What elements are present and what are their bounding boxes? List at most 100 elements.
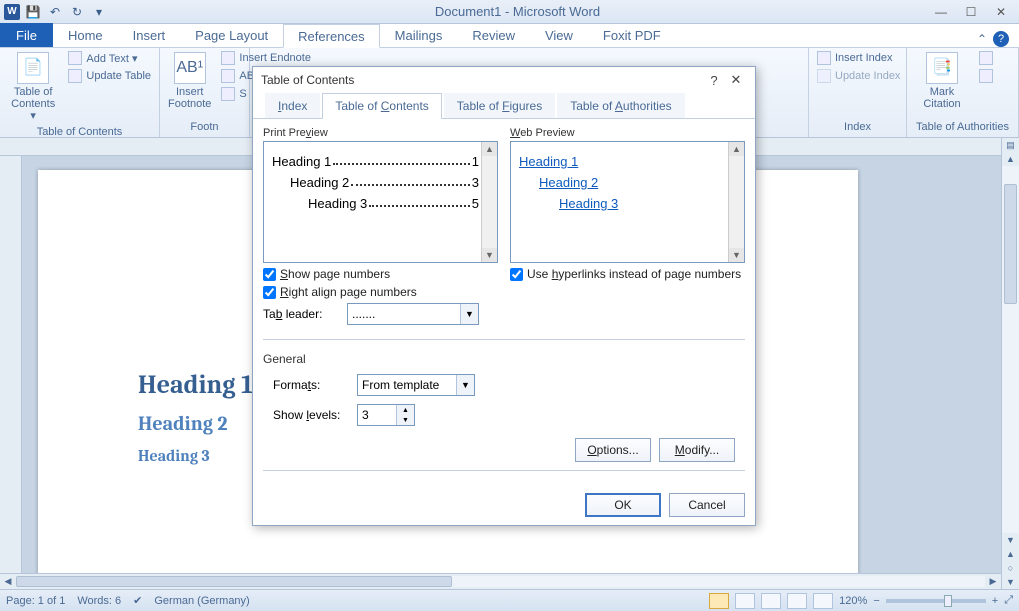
help-icon[interactable]: ?	[993, 31, 1009, 47]
status-words[interactable]: Words: 6	[77, 595, 121, 607]
toc-icon: 📄	[17, 52, 49, 84]
print-preview-box: Heading 11 Heading 23 Heading 35 ▲▼	[263, 141, 498, 263]
update-table-icon	[68, 69, 82, 83]
mark-citation-label: Mark Citation	[915, 86, 969, 110]
modify-button[interactable]: Modify...	[659, 438, 735, 462]
mark-citation-button[interactable]: 📑 Mark Citation	[913, 50, 971, 112]
prev-page-icon[interactable]: ▲	[1002, 547, 1019, 561]
endnote-icon	[221, 51, 235, 65]
next-page-icon[interactable]: ▼	[1002, 575, 1019, 589]
tab-mailings[interactable]: Mailings	[380, 23, 458, 47]
right-align-checkbox[interactable]	[263, 286, 276, 299]
zoom-slider-thumb[interactable]	[944, 595, 952, 607]
dialog-help-button[interactable]: ?	[703, 71, 725, 89]
web-preview-label: Web Preview	[510, 127, 745, 139]
tab-review[interactable]: Review	[457, 23, 530, 47]
scroll-down-icon[interactable]: ▼	[1002, 533, 1019, 547]
insert-toa-icon-button[interactable]	[977, 50, 995, 66]
update-toa-icon	[979, 69, 993, 83]
toc-dialog: Table of Contents ? ✕ Index Table of Con…	[252, 66, 756, 526]
view-outline-button[interactable]	[787, 593, 807, 609]
status-language[interactable]: German (Germany)	[154, 595, 249, 607]
show-levels-label: Show levels:	[273, 408, 349, 422]
view-web-layout-button[interactable]	[761, 593, 781, 609]
dialog-title-bar[interactable]: Table of Contents ? ✕	[253, 67, 755, 93]
insert-footnote-button[interactable]: AB¹ Insert Footnote	[166, 50, 213, 112]
qat-more-icon[interactable]: ▾	[90, 3, 108, 21]
tab-home[interactable]: Home	[53, 23, 118, 47]
cancel-button[interactable]: Cancel	[669, 493, 745, 517]
hscroll-right-icon[interactable]: ▶	[985, 574, 1001, 589]
dialog-close-button[interactable]: ✕	[725, 71, 747, 89]
show-page-numbers-checkbox[interactable]	[263, 268, 276, 281]
view-draft-button[interactable]	[813, 593, 833, 609]
zoom-fit-icon[interactable]: ⤢	[1004, 594, 1013, 607]
ok-button[interactable]: OK	[585, 493, 661, 517]
tab-file[interactable]: File	[0, 23, 53, 47]
window-controls: — ☐ ✕	[927, 3, 1019, 21]
close-button[interactable]: ✕	[987, 3, 1015, 21]
status-zoom-label[interactable]: 120%	[839, 595, 867, 607]
dialog-tab-toc[interactable]: Table of Contents	[322, 93, 441, 119]
toc-button-label: Table of Contents ▾	[8, 86, 58, 122]
word-app-icon: W	[4, 4, 20, 20]
ruler-toggle-icon[interactable]: ▤	[1002, 138, 1019, 152]
update-index-button[interactable]: Update Index	[815, 68, 902, 84]
tab-foxit-pdf[interactable]: Foxit PDF	[588, 23, 676, 47]
window-title: Document1 - Microsoft Word	[108, 4, 927, 19]
general-section-label: General	[263, 352, 745, 366]
hscroll-left-icon[interactable]: ◀	[0, 574, 16, 589]
show-levels-spinner[interactable]: ▲▼	[357, 404, 415, 426]
minimize-button[interactable]: —	[927, 3, 955, 21]
add-text-icon	[68, 51, 82, 65]
dialog-tabs: Index Table of Contents Table of Figures…	[253, 93, 755, 119]
options-button[interactable]: Options...	[575, 438, 651, 462]
spinner-down-icon[interactable]: ▼	[397, 415, 414, 425]
formats-combo[interactable]: From template ▼	[357, 374, 475, 396]
mark-citation-icon: 📑	[926, 52, 958, 84]
tab-references[interactable]: References	[283, 24, 379, 48]
view-print-layout-button[interactable]	[709, 593, 729, 609]
vertical-scroll-thumb[interactable]	[1004, 184, 1017, 304]
tab-page-layout[interactable]: Page Layout	[180, 23, 283, 47]
vertical-scrollbar[interactable]	[1002, 166, 1019, 533]
use-hyperlinks-checkbox[interactable]	[510, 268, 523, 281]
vertical-ruler[interactable]	[0, 156, 22, 589]
tab-insert[interactable]: Insert	[118, 23, 181, 47]
dialog-tab-tof[interactable]: Table of Figures	[444, 93, 555, 118]
view-full-screen-button[interactable]	[735, 593, 755, 609]
tab-view[interactable]: View	[530, 23, 588, 47]
status-page[interactable]: Page: 1 of 1	[6, 595, 65, 607]
spinner-up-icon[interactable]: ▲	[397, 405, 414, 415]
web-preview-scrollbar[interactable]: ▲▼	[728, 142, 744, 262]
update-toa-icon-button[interactable]	[977, 68, 995, 84]
horizontal-scroll-thumb[interactable]	[16, 576, 452, 587]
print-preview-scrollbar[interactable]: ▲▼	[481, 142, 497, 262]
dialog-tab-toa[interactable]: Table of Authorities	[557, 93, 684, 118]
undo-icon[interactable]: ↶	[46, 3, 64, 21]
update-table-button[interactable]: Update Table	[66, 68, 153, 84]
table-of-contents-button[interactable]: 📄 Table of Contents ▾	[6, 50, 60, 124]
tab-leader-combo[interactable]: ....... ▼	[347, 303, 479, 325]
show-levels-input[interactable]	[358, 405, 396, 425]
minimize-ribbon-icon[interactable]: ⌃	[977, 32, 987, 46]
zoom-out-button[interactable]: −	[873, 595, 879, 607]
tab-leader-label: Tab leader:	[263, 307, 339, 321]
zoom-slider[interactable]	[886, 599, 986, 603]
horizontal-scrollbar[interactable]	[16, 576, 985, 587]
proofing-icon[interactable]: ✔	[133, 594, 142, 607]
maximize-button[interactable]: ☐	[957, 3, 985, 21]
chevron-down-icon: ▼	[456, 375, 474, 395]
zoom-in-button[interactable]: +	[992, 595, 998, 607]
insert-index-button[interactable]: Insert Index	[815, 50, 902, 66]
insert-index-icon	[817, 51, 831, 65]
group-label-footnotes: Footn	[166, 119, 243, 135]
web-preview-link-1: Heading 1	[519, 154, 726, 169]
web-preview-link-2: Heading 2	[539, 175, 726, 190]
dialog-tab-index[interactable]: Index	[265, 93, 320, 118]
redo-icon[interactable]: ↻	[68, 3, 86, 21]
add-text-button[interactable]: Add Text ▾	[66, 50, 153, 66]
save-icon[interactable]: 💾	[24, 3, 42, 21]
scroll-up-icon[interactable]: ▲	[1002, 152, 1019, 166]
browse-object-icon[interactable]: ○	[1002, 561, 1019, 575]
